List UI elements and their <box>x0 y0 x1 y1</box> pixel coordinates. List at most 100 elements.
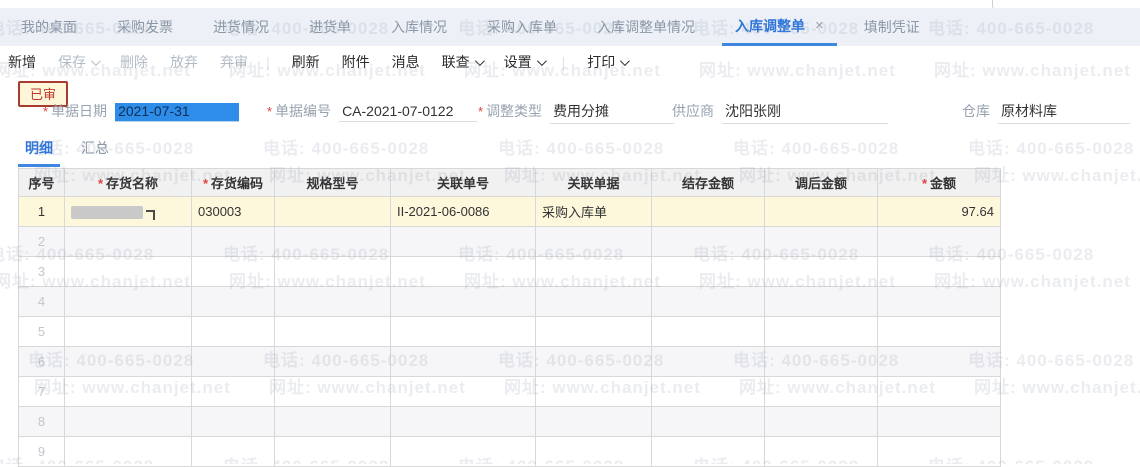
grid-cell-amount[interactable]: 97.64 <box>877 196 1001 227</box>
grid-cell-balance_amount[interactable] <box>651 346 765 377</box>
window-tab-5[interactable]: 入库情况 <box>378 8 460 46</box>
grid-cell-related_doc[interactable] <box>535 226 652 257</box>
grid-row-number: 7 <box>18 376 65 407</box>
grid-cell-adjusted_amount[interactable] <box>764 256 878 287</box>
grid-cell-related_no[interactable] <box>390 316 536 347</box>
window-tab-6[interactable]: 采购入库单 <box>474 8 570 46</box>
grid-cell-amount[interactable] <box>877 436 1001 467</box>
form-field-value[interactable]: 原材料库 <box>998 101 1130 124</box>
grid-cell-adjusted_amount[interactable] <box>764 286 878 317</box>
grid-cell-related_no[interactable] <box>390 436 536 467</box>
grid-cell-related_doc[interactable] <box>535 256 652 287</box>
grid-cell-related_no[interactable]: II-2021-06-0086 <box>390 196 536 227</box>
toolbar-button-6[interactable]: 刷新 <box>292 52 320 72</box>
form-field-value[interactable]: CA-2021-07-0122 <box>339 103 478 122</box>
grid-cell-name[interactable] <box>64 226 192 257</box>
grid-cell-balance_amount[interactable] <box>651 256 765 287</box>
grid-cell-adjusted_amount[interactable] <box>764 406 878 437</box>
grid-cell-name[interactable] <box>64 256 192 287</box>
grid-cell-adjusted_amount[interactable] <box>764 316 878 347</box>
grid-cell-related_doc[interactable] <box>535 436 652 467</box>
grid-cell-balance_amount[interactable] <box>651 196 765 227</box>
grid-cell-spec[interactable] <box>274 256 391 287</box>
grid-cell-name[interactable] <box>64 316 192 347</box>
form-field-value[interactable]: 2021-07-31 <box>115 103 240 122</box>
window-tab-4[interactable]: 进货单 <box>296 8 364 46</box>
grid-cell-code[interactable] <box>191 286 275 317</box>
grid-cell-spec[interactable] <box>274 406 391 437</box>
window-tab-1[interactable]: 我的桌面 <box>8 8 90 46</box>
grid-cell-amount[interactable] <box>877 406 1001 437</box>
grid-cell-balance_amount[interactable] <box>651 316 765 347</box>
grid-cell-name[interactable] <box>64 406 192 437</box>
grid-cell-spec[interactable] <box>274 286 391 317</box>
toolbar-button-7[interactable]: 附件 <box>342 52 370 72</box>
grid-cell-spec[interactable] <box>274 316 391 347</box>
grid-cell-balance_amount[interactable] <box>651 406 765 437</box>
grid-cell-spec[interactable] <box>274 226 391 257</box>
grid-cell-related_doc[interactable] <box>535 286 652 317</box>
close-icon[interactable]: × <box>815 17 824 34</box>
grid-cell-name[interactable] <box>64 346 192 377</box>
window-tab-2[interactable]: 采购发票 <box>104 8 186 46</box>
grid-cell-related_no[interactable] <box>390 346 536 377</box>
grid-cell-related_no[interactable] <box>390 226 536 257</box>
grid-cell-balance_amount[interactable] <box>651 226 765 257</box>
grid-empty-row: 3 <box>18 256 1001 287</box>
grid-cell-code[interactable] <box>191 376 275 407</box>
grid-cell-amount[interactable] <box>877 226 1001 257</box>
grid-cell-adjusted_amount[interactable] <box>764 346 878 377</box>
grid-cell-code[interactable] <box>191 256 275 287</box>
top-strip <box>0 0 1140 8</box>
grid-cell-balance_amount[interactable] <box>651 286 765 317</box>
grid-cell-spec[interactable] <box>274 376 391 407</box>
grid-cell-code[interactable]: 030003 <box>191 196 275 227</box>
grid-cell-adjusted_amount[interactable] <box>764 226 878 257</box>
toolbar-button-0[interactable]: 新增 <box>8 52 36 72</box>
form-field-value[interactable]: 沈阳张刚 <box>722 101 888 124</box>
grid-cell-spec[interactable] <box>274 346 391 377</box>
grid-header-balance_amount: 结存金额 <box>651 168 765 197</box>
toolbar-button-8[interactable]: 消息 <box>392 52 420 72</box>
toolbar-button-9[interactable]: 联查 <box>442 52 485 72</box>
grid-cell-code[interactable] <box>191 346 275 377</box>
grid-cell-related_doc[interactable] <box>535 376 652 407</box>
grid-cell-balance_amount[interactable] <box>651 436 765 467</box>
grid-cell-name[interactable] <box>64 436 192 467</box>
grid-cell-amount[interactable] <box>877 256 1001 287</box>
detail-tab-1[interactable]: 明细 <box>18 138 60 167</box>
window-tab-7[interactable]: 入库调整单情况 <box>584 8 708 46</box>
grid-cell-spec[interactable] <box>274 196 391 227</box>
detail-tab-2[interactable]: 汇总 <box>74 138 116 167</box>
grid-cell-amount[interactable] <box>877 286 1001 317</box>
grid-cell-adjusted_amount[interactable] <box>764 196 878 227</box>
grid-cell-code[interactable] <box>191 436 275 467</box>
grid-cell-code[interactable] <box>191 406 275 437</box>
grid-cell-related_doc[interactable] <box>535 316 652 347</box>
grid-cell-amount[interactable] <box>877 376 1001 407</box>
window-tab-3[interactable]: 进货情况 <box>200 8 282 46</box>
grid-cell-related_doc[interactable]: 采购入库单 <box>535 196 652 227</box>
window-tab-9[interactable]: 填制凭证 <box>851 8 933 46</box>
window-tab-8[interactable]: 入库调整单 × <box>722 8 837 46</box>
grid-cell-adjusted_amount[interactable] <box>764 376 878 407</box>
grid-cell-name[interactable] <box>64 376 192 407</box>
toolbar-button-10[interactable]: 设置 <box>504 52 547 72</box>
grid-cell-related_doc[interactable] <box>535 406 652 437</box>
grid-cell-related_no[interactable] <box>390 286 536 317</box>
toolbar-button-12[interactable]: 打印 <box>587 52 631 72</box>
grid-cell-related_no[interactable] <box>390 376 536 407</box>
grid-cell-related_no[interactable] <box>390 406 536 437</box>
grid-cell-related_doc[interactable] <box>535 346 652 377</box>
grid-cell-balance_amount[interactable] <box>651 376 765 407</box>
grid-cell-amount[interactable] <box>877 316 1001 347</box>
grid-cell-adjusted_amount[interactable] <box>764 436 878 467</box>
grid-cell-spec[interactable] <box>274 436 391 467</box>
grid-cell-code[interactable] <box>191 316 275 347</box>
form-field-value[interactable]: 费用分摊 <box>550 101 675 124</box>
grid-cell-related_no[interactable] <box>390 256 536 287</box>
grid-cell-name[interactable] <box>64 286 192 317</box>
grid-cell-code[interactable] <box>191 226 275 257</box>
grid-cell-amount[interactable] <box>877 346 1001 377</box>
grid-cell-name[interactable] <box>64 196 192 227</box>
